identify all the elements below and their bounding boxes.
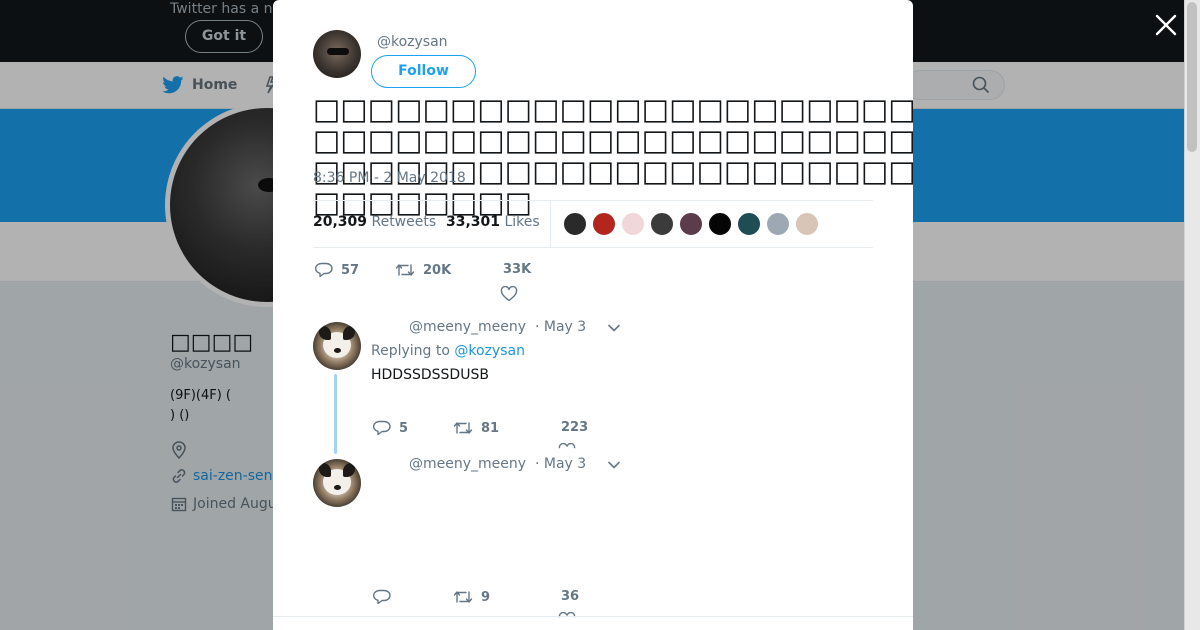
reply-author-handle[interactable]: @meeny_meeny <box>409 319 526 335</box>
thread-connector <box>334 374 337 454</box>
reply-icon <box>373 589 391 605</box>
reply-author-handle[interactable]: @meeny_meeny <box>409 456 526 472</box>
retweet-action[interactable]: 20K <box>395 262 451 278</box>
chevron-down-icon[interactable] <box>607 323 621 333</box>
like-action[interactable]: 33K <box>503 262 531 277</box>
close-icon[interactable] <box>1153 12 1179 38</box>
retweets-stat[interactable]: 20,309 Retweets <box>313 214 436 230</box>
heart-icon[interactable] <box>558 612 576 618</box>
divider <box>313 247 873 248</box>
liker-avatar[interactable] <box>766 212 790 236</box>
liker-avatar[interactable] <box>708 212 732 236</box>
reply-action[interactable]: 57 <box>315 262 359 278</box>
like-count: 223 <box>561 420 589 435</box>
like-count: 36 <box>561 589 580 604</box>
retweets-label: Retweets <box>371 214 437 230</box>
liker-avatar[interactable] <box>679 212 703 236</box>
like-action[interactable]: 223 <box>561 420 588 435</box>
likes-label: Likes <box>504 214 540 230</box>
reply-date[interactable]: · May 3 <box>535 456 586 472</box>
reply-avatar[interactable] <box>313 322 361 370</box>
liker-avatar[interactable] <box>737 212 761 236</box>
retweet-count: 9 <box>481 589 491 605</box>
reply-avatar[interactable] <box>313 459 361 507</box>
reply-count: 57 <box>341 262 360 278</box>
retweet-count: 81 <box>481 420 500 436</box>
likes-stat[interactable]: 33,301 Likes <box>446 214 540 230</box>
reply-action[interactable]: 5 <box>373 420 408 436</box>
scrollbar-thumb[interactable] <box>1187 2 1197 152</box>
replying-to: Replying to @kozysan <box>371 343 525 359</box>
retweet-action[interactable]: 81 <box>453 420 499 436</box>
liker-avatar[interactable] <box>563 212 587 236</box>
chevron-down-icon[interactable] <box>607 460 621 470</box>
divider <box>273 616 913 617</box>
likes-count: 33,301 <box>446 214 501 230</box>
replying-to-mention[interactable]: @kozysan <box>454 343 525 359</box>
liker-avatar[interactable] <box>621 212 645 236</box>
like-action[interactable]: 36 <box>561 589 579 604</box>
liker-avatar[interactable] <box>592 212 616 236</box>
retweet-action[interactable]: 9 <box>453 589 490 605</box>
reply-text: HDDSSDSSDUSB <box>371 367 489 383</box>
tweet-timestamp[interactable]: 8:36 PM - 2 May 2018 <box>313 170 466 186</box>
retweet-icon <box>453 591 473 603</box>
liker-avatar[interactable] <box>650 212 674 236</box>
replying-to-prefix: Replying to <box>371 343 450 359</box>
divider <box>313 200 873 201</box>
reply-count: 5 <box>399 420 409 436</box>
retweet-icon <box>395 264 415 276</box>
like-count: 33K <box>503 262 532 277</box>
follow-button[interactable]: Follow <box>371 55 476 88</box>
heart-icon[interactable] <box>558 443 576 449</box>
heart-icon[interactable] <box>500 286 518 302</box>
author-avatar[interactable] <box>313 30 361 78</box>
retweet-count: 20K <box>423 262 452 278</box>
tweet-modal: @kozysan Follow □□□□□□□□□□□□□□□□□□□□□□ □□… <box>273 0 913 630</box>
author-handle[interactable]: @kozysan <box>377 34 448 50</box>
retweets-count: 20,309 <box>313 214 368 230</box>
reply-icon <box>373 420 391 436</box>
divider <box>550 201 551 247</box>
liker-avatar[interactable] <box>795 212 819 236</box>
reply-action[interactable] <box>373 589 399 605</box>
retweet-icon <box>453 422 473 434</box>
reply-date[interactable]: · May 3 <box>535 319 586 335</box>
reply-icon <box>315 262 333 278</box>
